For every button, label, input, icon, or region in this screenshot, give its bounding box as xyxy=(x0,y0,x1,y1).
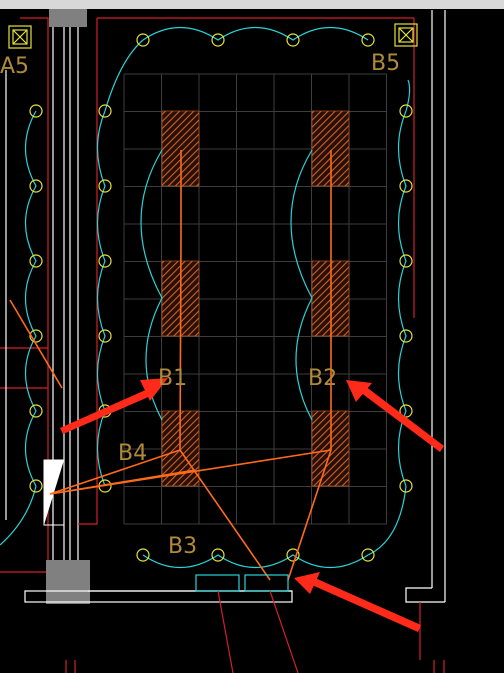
label-b5: B5 xyxy=(371,51,400,76)
label-b3: B3 xyxy=(168,534,197,559)
top-bar xyxy=(0,0,504,9)
label-a5: A5 xyxy=(0,54,29,79)
column-bottom xyxy=(46,560,90,604)
label-b4: B4 xyxy=(118,441,147,466)
column-top xyxy=(49,9,87,27)
label-b2: B2 xyxy=(308,366,337,391)
label-b1: B1 xyxy=(158,366,187,391)
cad-drawing-canvas: A5 B5 B1 B2 B3 B4 xyxy=(0,0,504,673)
